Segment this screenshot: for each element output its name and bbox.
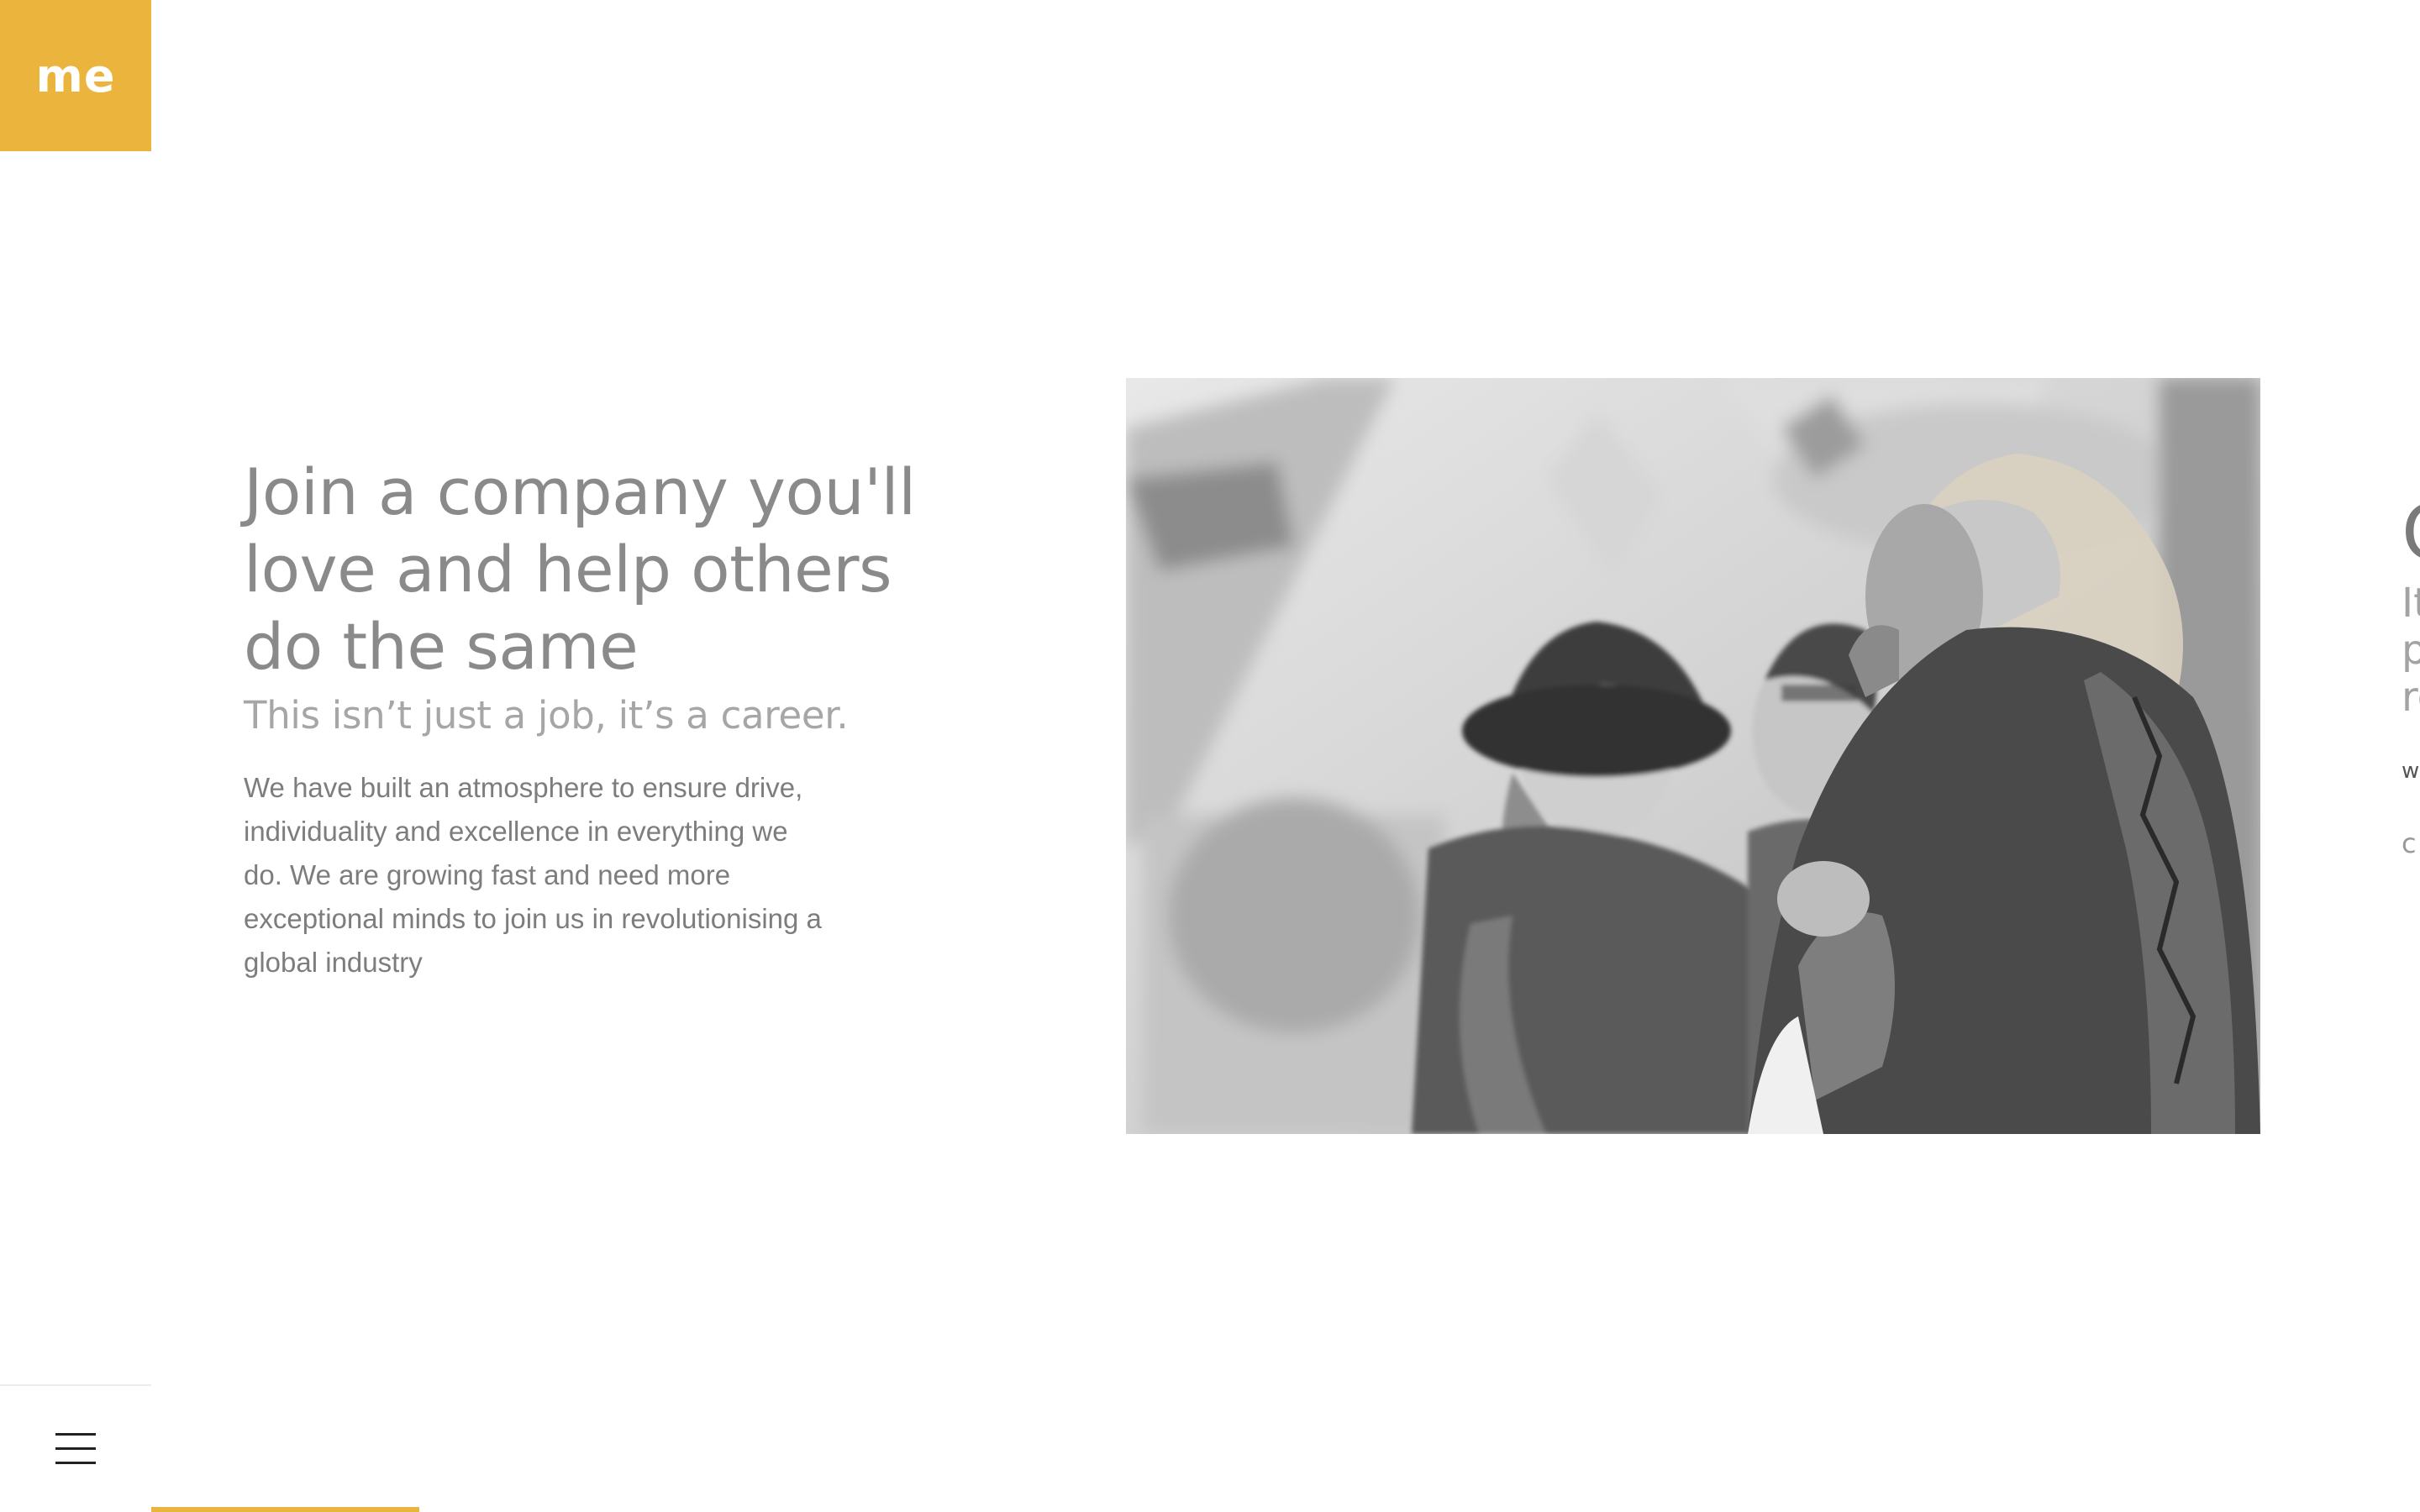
hero-body: We have built an atmosphere to ensure dr… — [244, 772, 822, 978]
logo[interactable]: me — [0, 0, 151, 151]
slide-progress-fill — [151, 1507, 419, 1512]
hero-photo — [1126, 378, 2260, 1134]
hamburger-icon[interactable] — [55, 1433, 96, 1465]
page: me Join a company you'll love and help o… — [0, 0, 2420, 1512]
slide-progress-bar — [151, 1507, 2420, 1512]
next-slide-line: It — [2402, 580, 2420, 627]
hero-subtitle: This isn’t just a job, it’s a career. — [244, 693, 849, 738]
next-slide-small-text: c — [2402, 827, 2417, 859]
next-slide-title: C — [2402, 487, 2420, 580]
hero-title: Join a company you'll love and help othe… — [244, 454, 916, 684]
next-slide-line: re — [2402, 674, 2420, 721]
hero-text: Join a company you'll love and help othe… — [244, 454, 916, 984]
next-slide-small-text: w — [2402, 759, 2420, 784]
next-slide-peek: C It p re w c — [2402, 487, 2420, 860]
menu-button[interactable] — [0, 1386, 151, 1512]
next-slide-line: p — [2402, 627, 2420, 674]
